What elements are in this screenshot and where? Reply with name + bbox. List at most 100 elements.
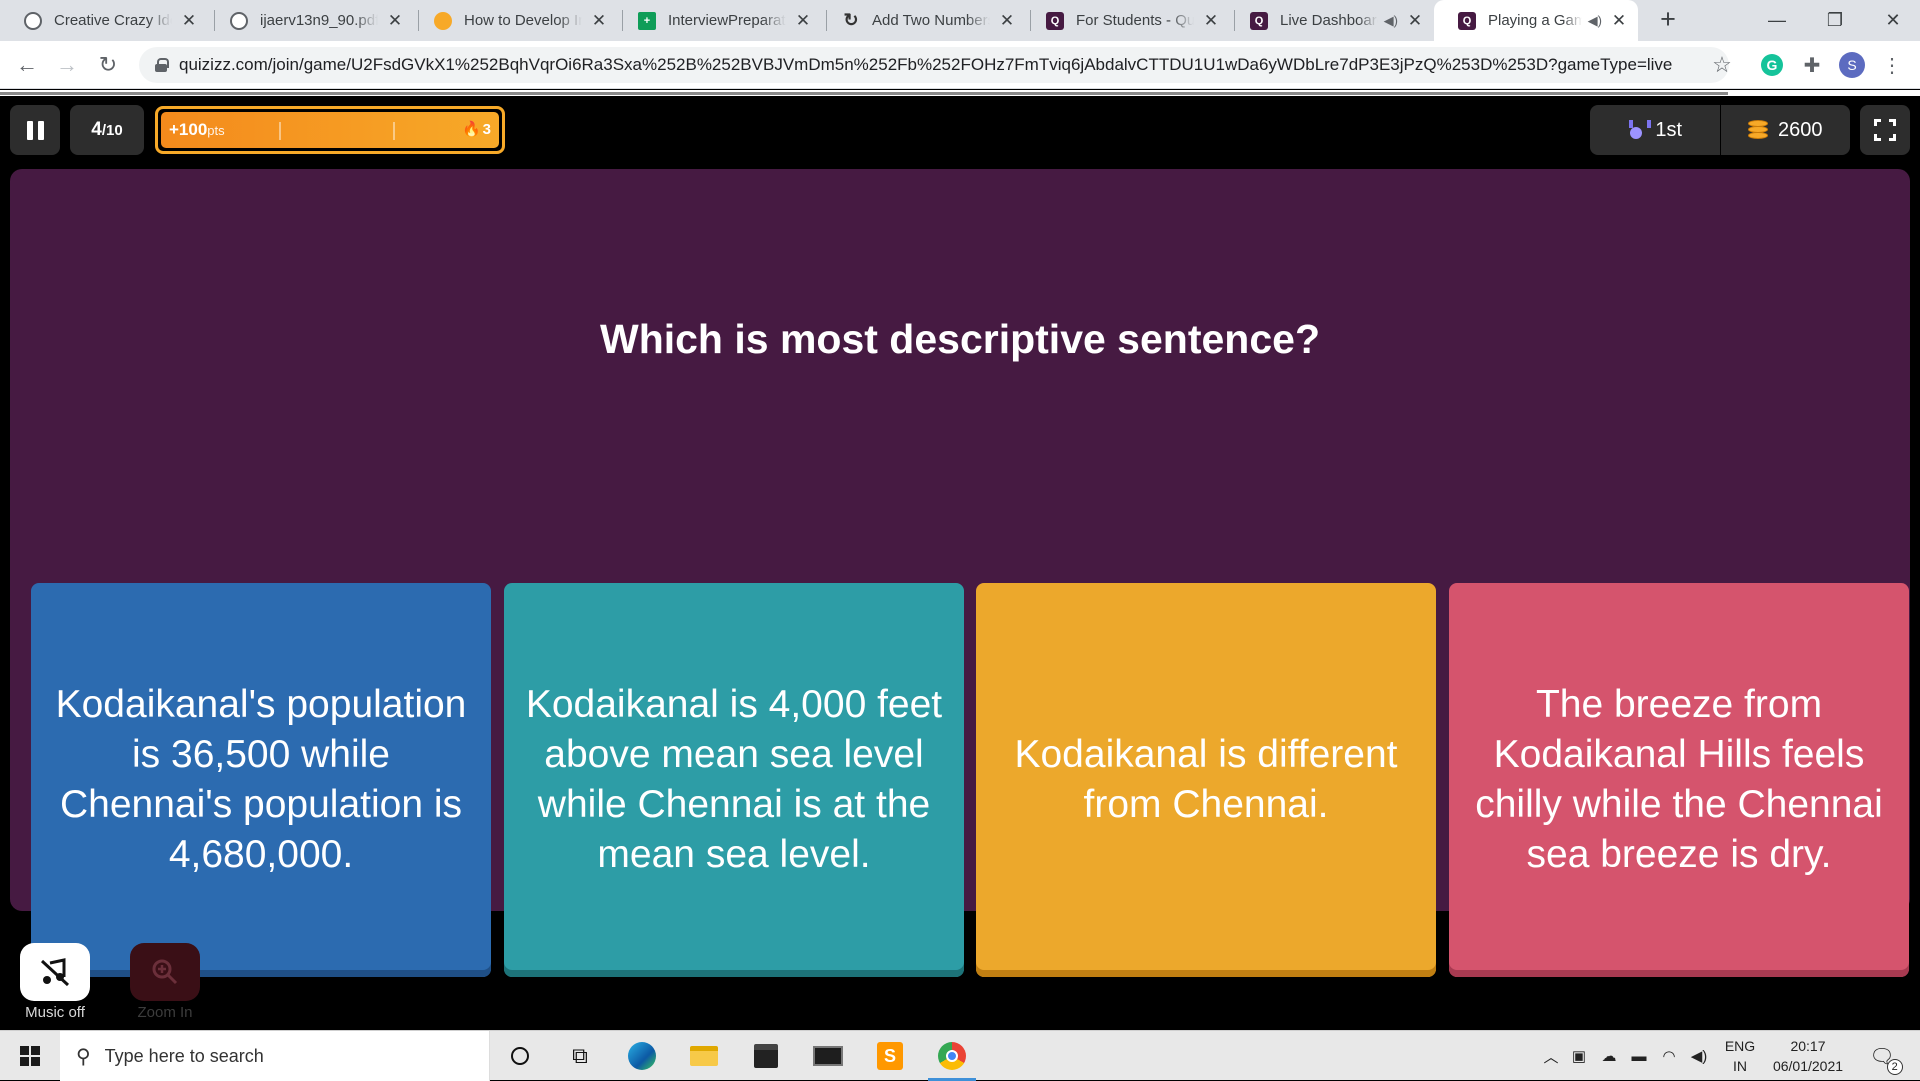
clock[interactable]: 20:17 06/01/2021 [1768, 1031, 1848, 1081]
notification-icon: 🗨 2 [1869, 1044, 1903, 1075]
leetcode-icon: ↻ [843, 10, 859, 30]
notification-center-button[interactable]: 🗨 2 [1862, 1031, 1903, 1081]
globe-icon [230, 11, 248, 30]
taskbar-terminal[interactable] [798, 1031, 858, 1081]
start-button[interactable] [0, 1031, 60, 1081]
notification-badge: 2 [1886, 1058, 1903, 1075]
reload-button[interactable]: ↻ [93, 50, 123, 80]
score-display: 2600 [1719, 105, 1851, 155]
device-icon[interactable]: ▣ [1566, 1031, 1592, 1081]
tab-add-two-numbers[interactable]: ↻ Add Two Numbers ✕ [818, 0, 1026, 41]
answer-option-3[interactable]: Kodaikanal is different from Chennai. [976, 583, 1436, 977]
tab-creative-crazy-ideas[interactable]: Creative Crazy Ideas ✕ [0, 0, 208, 41]
tab-interview-preparation[interactable]: + InterviewPreparation ✕ [614, 0, 822, 41]
taskbar-search[interactable]: ⚲ Type here to search [60, 1031, 490, 1081]
lock-icon[interactable] [155, 58, 169, 72]
tab-pdf[interactable]: ijaerv13n9_90.pdf ✕ [206, 0, 414, 41]
taskbar-file-explorer[interactable] [674, 1031, 734, 1081]
cortana-button[interactable] [490, 1031, 550, 1081]
task-view-icon: ⧉ [572, 1043, 588, 1068]
coins-icon [1748, 120, 1768, 140]
quiz-game: 4/10 +100 pts 🔥 3 1st 2600 Which is most… [0, 96, 1920, 1030]
tab-close-icon[interactable]: ✕ [794, 11, 812, 31]
speaker-icon[interactable]: ◀) [1588, 13, 1602, 29]
minimize-button[interactable]: — [1748, 0, 1806, 41]
forward-button[interactable]: → [52, 50, 82, 80]
tab-how-to-develop[interactable]: How to Develop In ✕ [410, 0, 618, 41]
taskbar-sublime[interactable]: S [860, 1031, 920, 1081]
answer-option-1[interactable]: Kodaikanal's population is 36,500 while … [31, 583, 491, 977]
tab-close-icon[interactable]: ✕ [1406, 11, 1424, 31]
pause-button[interactable] [10, 105, 60, 155]
tab-close-icon[interactable]: ✕ [590, 11, 608, 31]
medal-icon [1627, 120, 1645, 140]
clock-time: 20:17 [1790, 1038, 1826, 1054]
sublime-icon: S [877, 1042, 903, 1070]
tab-for-students-quizizz[interactable]: Q For Students - Quizizz ✕ [1022, 0, 1230, 41]
menu-kebab-icon[interactable]: ⋮ [1879, 52, 1905, 78]
extensions-puzzle-icon[interactable]: ✚ [1799, 52, 1825, 78]
load-progress-fill [0, 92, 1728, 95]
wifi-icon[interactable]: ◠ [1656, 1031, 1682, 1081]
onedrive-icon[interactable]: ☁ [1596, 1031, 1622, 1081]
task-view-button[interactable]: ⧉ [550, 1031, 610, 1081]
answer-option-2[interactable]: Kodaikanal is 4,000 feet above mean sea … [504, 583, 964, 977]
browser-toolbar: ← → ↻ quizizz.com/join/game/U2FsdGVkX1%2… [0, 41, 1920, 89]
taskbar-store[interactable] [736, 1031, 796, 1081]
zoom-in-icon [152, 959, 178, 985]
rank-score-panel: 1st 2600 [1590, 105, 1850, 155]
show-hidden-icons-button[interactable]: ︿ [1538, 1031, 1564, 1081]
pause-icon [26, 120, 44, 140]
restore-button[interactable]: ❐ [1806, 0, 1864, 41]
tab-close-icon[interactable]: ✕ [1202, 11, 1220, 31]
question-text: Which is most descriptive sentence? [600, 315, 1320, 362]
volume-icon[interactable]: ◀) [1686, 1031, 1712, 1081]
score-value: 2600 [1778, 118, 1823, 141]
answer-option-text: The breeze from Kodaikanal Hills feels c… [1475, 683, 1883, 876]
fullscreen-button[interactable] [1860, 105, 1910, 155]
speaker-icon[interactable]: ◀) [1384, 13, 1398, 29]
tab-close-icon[interactable]: ✕ [386, 11, 404, 31]
rank-value: 1st [1655, 118, 1683, 141]
tab-playing-a-game[interactable]: Q Playing a Game ◀) ✕ [1434, 0, 1638, 41]
windows-taskbar: ⚲ Type here to search ⧉ S ︿ ▣ ☁ ▬ ◠ ◀) E… [0, 1030, 1920, 1081]
language-indicator[interactable]: ENG IN [1718, 1031, 1762, 1081]
browser-tab-strip: Creative Crazy Ideas ✕ ijaerv13n9_90.pdf… [0, 0, 1920, 41]
new-tab-button[interactable]: + [1656, 4, 1680, 35]
edge-icon [628, 1042, 656, 1070]
back-button[interactable]: ← [12, 50, 42, 80]
flame-icon: 🔥 [461, 121, 481, 138]
question-card: Which is most descriptive sentence? Koda… [10, 169, 1910, 977]
answer-option-text: Kodaikanal is different from Chennai. [1014, 733, 1398, 826]
terminal-icon [813, 1046, 843, 1066]
quizizz-icon: Q [1250, 11, 1268, 30]
tab-close-icon[interactable]: ✕ [1610, 11, 1628, 31]
address-bar[interactable]: quizizz.com/join/game/U2FsdGVkX1%252BqhV… [139, 47, 1729, 83]
url-text[interactable]: quizizz.com/join/game/U2FsdGVkX1%252BqhV… [179, 55, 1699, 75]
answer-option-4[interactable]: The breeze from Kodaikanal Hills feels c… [1449, 583, 1909, 977]
tab-close-icon[interactable]: ✕ [998, 11, 1016, 31]
sheets-icon: + [638, 11, 656, 30]
bookmark-star-icon[interactable]: ☆ [1709, 52, 1735, 78]
music-toggle-button[interactable] [20, 943, 90, 1001]
rank-display: 1st [1590, 105, 1720, 155]
battery-icon[interactable]: ▬ [1626, 1031, 1652, 1081]
avatar[interactable]: S [1839, 52, 1865, 78]
quizizz-icon: Q [1458, 11, 1476, 30]
close-window-button[interactable]: ✕ [1864, 0, 1920, 41]
windows-icon [20, 1046, 40, 1066]
streak-bar: +100 pts 🔥 3 [155, 106, 505, 154]
grammarly-icon[interactable]: G [1759, 52, 1785, 78]
taskbar-chrome[interactable] [922, 1031, 982, 1081]
tab-close-icon[interactable]: ✕ [180, 11, 198, 31]
question-number: 4 [91, 119, 102, 140]
zoom-in-button[interactable] [130, 943, 200, 1001]
tab-live-dashboard[interactable]: Q Live Dashboard ◀) ✕ [1226, 0, 1434, 41]
store-icon [754, 1044, 778, 1068]
answer-option-text: Kodaikanal's population is 36,500 while … [55, 683, 467, 876]
chrome-icon [938, 1042, 966, 1070]
taskbar-edge[interactable] [612, 1031, 672, 1081]
clock-date: 06/01/2021 [1772, 1058, 1844, 1074]
cortana-icon [511, 1047, 529, 1065]
streak-counter: 🔥 3 [461, 120, 491, 139]
